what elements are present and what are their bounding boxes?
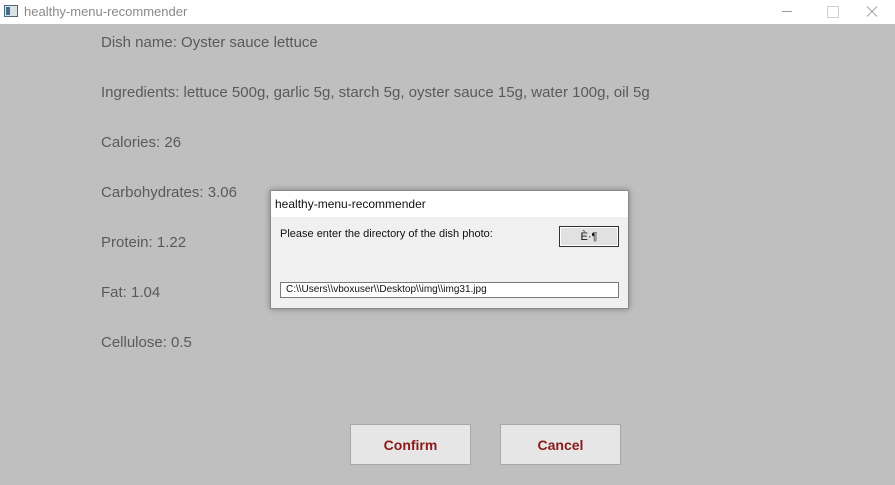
close-icon[interactable] <box>849 0 895 24</box>
confirm-button[interactable]: Confirm <box>350 424 471 465</box>
dish-cellulose: Cellulose: 0.5 <box>101 334 192 351</box>
dish-ingredients: Ingredients: lettuce 500g, garlic 5g, st… <box>101 84 650 101</box>
photo-directory-input[interactable]: C:\\Users\\vboxuser\\Desktop\\img\\img31… <box>280 282 619 298</box>
dish-name: Dish name: Oyster sauce lettuce <box>101 34 318 51</box>
window-title: healthy-menu-recommender <box>24 4 188 19</box>
app-icon <box>4 5 18 17</box>
dish-fat: Fat: 1.04 <box>101 284 161 301</box>
dialog-ok-button[interactable]: È·¶ <box>559 226 619 247</box>
dialog-titlebar: healthy-menu-recommender <box>271 191 628 217</box>
dish-protein: Protein: 1.22 <box>101 234 187 251</box>
minimize-icon[interactable] <box>764 0 810 24</box>
dish-carbohydrates: Carbohydrates: 3.06 <box>101 184 237 201</box>
dish-calories: Calories: 26 <box>101 134 182 151</box>
photo-directory-dialog: healthy-menu-recommender Please enter th… <box>270 190 629 309</box>
dialog-prompt: Please enter the directory of the dish p… <box>280 228 493 240</box>
dialog-title: healthy-menu-recommender <box>275 197 426 211</box>
cancel-button[interactable]: Cancel <box>500 424 621 465</box>
window-titlebar: healthy-menu-recommender <box>0 0 895 24</box>
